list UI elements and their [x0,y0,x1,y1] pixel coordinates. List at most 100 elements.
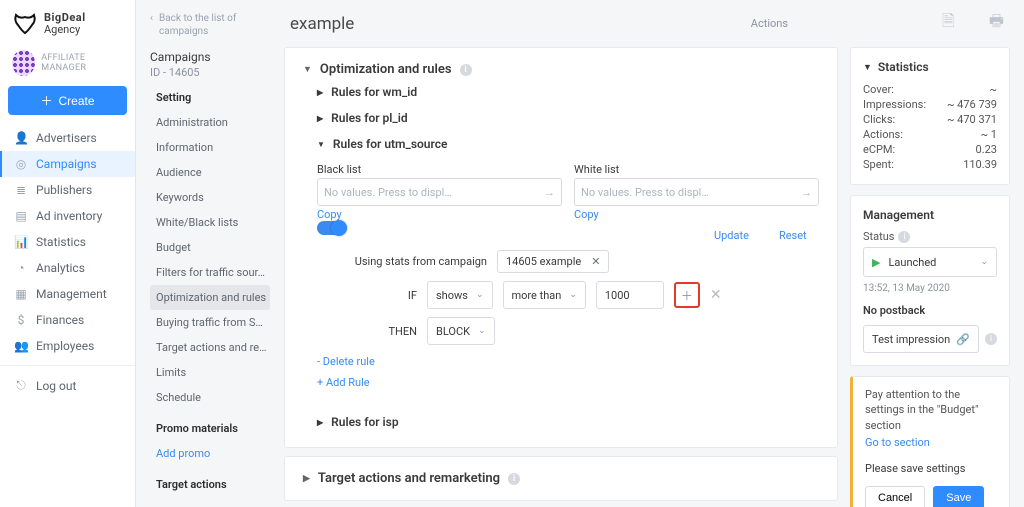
caret-right-icon: ▶ [317,88,323,97]
campaign-chip[interactable]: 14605 example ✕ [497,250,609,273]
subnav-item[interactable]: Add promo [150,441,270,466]
remove-condition-icon[interactable]: ✕ [710,287,722,303]
subnav-item[interactable]: Audience [150,160,270,185]
status-select[interactable]: ▶ Launched ⌄ [863,247,997,277]
stat-row: Spent:110.39 [863,157,997,172]
caret-down-icon: ▼ [317,140,325,149]
chevron-down-icon: ⌄ [478,326,486,336]
test-impression-button[interactable]: Test impression 🔗 [863,325,979,353]
nav-item-employees[interactable]: 👥Employees [0,333,135,359]
subnav-id: ID - 14605 [150,66,270,79]
nav-item-advertisers[interactable]: 👤Advertisers [0,125,135,151]
white-list-input[interactable]: No values. Press to displ… → [574,178,819,206]
info-icon[interactable]: i [985,333,997,345]
print-icon[interactable]: 🖶 [989,10,1004,37]
add-condition-button[interactable]: ＋ [674,282,700,308]
nav-icon: ▦ [14,287,28,301]
copy-white-list[interactable]: Copy [574,208,599,221]
nav-icon: $ [14,313,28,327]
blacklist-toggle[interactable] [317,221,347,235]
nav-item-management[interactable]: ▦Management [0,281,135,307]
subnav-item[interactable]: Optimization and rules [150,285,270,310]
subnav-item[interactable]: Journal [150,497,270,507]
black-list-input[interactable]: No values. Press to displ… → [317,178,562,206]
subnav-item[interactable]: Promo materials [150,410,270,441]
nav-item-publishers[interactable]: ≣Publishers [0,177,135,203]
subnav-item[interactable]: White/Black lists [150,210,270,235]
no-postback-label: No postback [863,304,997,317]
go-to-section-link[interactable]: Go to section [865,435,930,450]
subnav-item[interactable]: Keywords [150,185,270,210]
save-button[interactable]: Save [933,486,984,507]
create-button[interactable]: ＋ Create [8,86,127,115]
page-actions-menu[interactable]: Actions [751,17,788,30]
rules-utm-source[interactable]: ▼Rules for utm_source [303,129,819,155]
nav-icon: ◔ [14,261,28,275]
nav-icon: 📊 [14,235,28,249]
nav-item-finances[interactable]: $Finances [0,307,135,333]
cancel-button[interactable]: Cancel [865,486,925,507]
stat-row: Actions:~ 1 [863,127,997,142]
if-label: IF [347,289,417,302]
app-logo: BigDealAgency [0,8,135,46]
avatar [12,50,35,76]
nav-icon: 👥 [14,339,28,353]
nav-icon: ▤ [14,209,28,223]
chevron-down-icon: ⌄ [476,290,484,300]
chevron-left-icon: ‹ [150,12,153,25]
subnav-header: Campaigns [150,50,270,66]
nav-icon: ◎ [14,157,28,171]
subnav-item[interactable]: Administration [150,110,270,135]
rules-pl-id[interactable]: ▶Rules for pl_id [303,103,819,129]
nav-icon: 👤 [14,131,28,145]
stat-row: Impressions:~ 476 739 [863,97,997,112]
arrow-right-icon: → [544,186,555,199]
rules-wm-id[interactable]: ▶Rules for wm_id [303,77,819,103]
section-target-remarketing[interactable]: ▶ Target actions and remarketing i [303,471,819,486]
statistics-title[interactable]: ▼ Statistics [863,60,997,74]
info-icon[interactable]: i [898,231,910,243]
play-icon: ▶ [872,256,880,269]
affiliate-role: AFFILIATE MANAGER [0,46,135,86]
then-label: THEN [347,325,417,338]
delete-rule-link[interactable]: - Delete rule [317,355,375,368]
update-link[interactable]: Update [714,229,749,242]
nav-item-campaigns[interactable]: ◎Campaigns [0,151,135,177]
stat-row: eCPM:0.23 [863,142,997,157]
chevron-down-icon: ⌄ [569,290,577,300]
then-action-select[interactable]: BLOCK⌄ [427,317,495,345]
info-icon[interactable]: i [508,473,520,485]
subnav-item[interactable]: Information [150,135,270,160]
link-icon: 🔗 [956,333,970,346]
subnav-item[interactable]: Budget [150,235,270,260]
subnav-item[interactable]: Setting [150,79,270,110]
info-icon[interactable]: i [460,64,472,76]
caret-right-icon: ▶ [317,418,323,427]
subnav-item[interactable]: Buying traffic from S… [150,310,270,335]
logout-link[interactable]: ⎋ Log out [0,372,135,399]
add-rule-link[interactable]: + Add Rule [317,376,370,389]
subnav-item[interactable]: Limits [150,360,270,385]
caret-down-icon: ▼ [863,62,872,73]
reset-link[interactable]: Reset [779,229,807,242]
nav-item-statistics[interactable]: 📊Statistics [0,229,135,255]
remove-chip-icon[interactable]: ✕ [591,255,600,268]
subnav-item[interactable]: Schedule [150,385,270,410]
document-icon[interactable]: 🗎 [942,10,955,37]
using-stats-label: Using stats from campaign [347,255,487,268]
section-optimization-rules[interactable]: ▼ Optimization and rules i [303,62,819,77]
nav-item-analytics[interactable]: ◔Analytics [0,255,135,281]
nav-item-ad-inventory[interactable]: ▤Ad inventory [0,203,135,229]
subnav-item[interactable]: Target actions and re… [150,335,270,360]
subnav-item[interactable]: Filters for traffic sour… [150,260,270,285]
if-metric-select[interactable]: shows⌄ [427,281,493,309]
status-timestamp: 13:52, 13 May 2020 [863,283,997,294]
if-value-input[interactable]: 1000 [596,281,664,309]
subnav-item[interactable]: Target actions [150,466,270,497]
if-operator-select[interactable]: more than⌄ [503,281,586,309]
arrow-right-icon: → [801,186,812,199]
stat-row: Cover:~ [863,82,997,97]
back-link[interactable]: ‹ Back to the list of campaigns [150,8,270,50]
plus-icon: ＋ [40,92,52,109]
rules-isp[interactable]: ▶Rules for isp [303,407,819,433]
